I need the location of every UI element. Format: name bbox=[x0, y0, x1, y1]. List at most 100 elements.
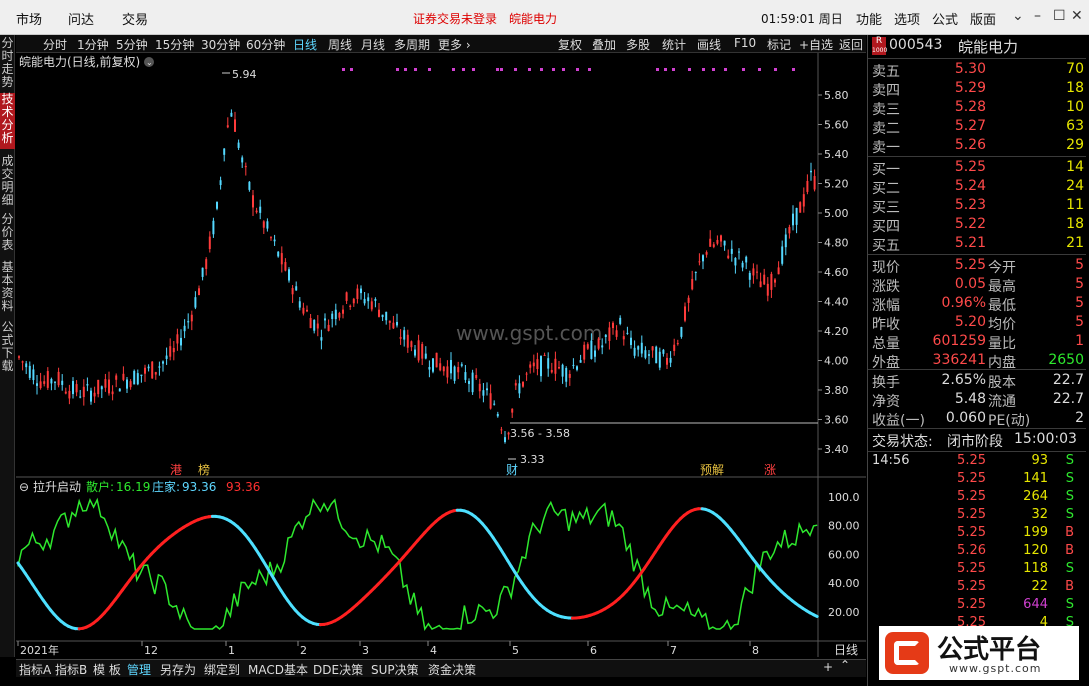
tab-save-as[interactable]: 另存为 bbox=[160, 661, 196, 678]
tab-manage[interactable]: 管理 bbox=[127, 661, 151, 678]
candle-body bbox=[734, 257, 737, 266]
menu-wenda[interactable]: 问达 bbox=[68, 9, 94, 28]
stat-value-2: 1 bbox=[1075, 333, 1084, 349]
candle-body bbox=[136, 373, 139, 385]
period-60min[interactable]: 60分钟 bbox=[246, 36, 285, 53]
close-icon[interactable]: ✕ bbox=[1071, 8, 1083, 24]
tool-back[interactable]: 返回 bbox=[839, 36, 863, 53]
candle-body bbox=[140, 374, 143, 377]
login-notice[interactable]: 证券交易未登录 皖能电力 bbox=[413, 10, 557, 27]
add-tab-button[interactable]: + bbox=[823, 660, 833, 674]
event-unlock[interactable]: 预解 bbox=[700, 463, 724, 477]
tick-row: 5.25 199 B bbox=[868, 525, 1086, 543]
event-bang[interactable]: 榜 bbox=[198, 462, 210, 477]
candle-body bbox=[79, 396, 82, 398]
candle-body bbox=[453, 366, 456, 381]
tab-technical-analysis[interactable]: 技术分析 bbox=[0, 93, 15, 149]
period-multi[interactable]: 多周期 bbox=[394, 36, 430, 53]
menu-function[interactable]: 功能 bbox=[856, 9, 882, 28]
fin-row: 换手 2.65% 股本 22.7 bbox=[868, 372, 1086, 391]
minimize-icon[interactable]: – bbox=[1034, 8, 1041, 24]
tool-add-watchlist[interactable]: +自选 bbox=[799, 36, 833, 53]
kline-chart[interactable]: 皖能电力(日线,前复权) ⌄ www.gspt.com 5.80 5.60 5.40… bbox=[16, 53, 866, 657]
tab-template[interactable]: 模 板 bbox=[93, 661, 121, 678]
indicator-name[interactable]: 拉升启动 bbox=[33, 479, 81, 494]
bid-volume: 18 bbox=[1066, 216, 1084, 232]
candle-body bbox=[93, 392, 96, 397]
bid-row: 买一 5.25 14 bbox=[868, 159, 1086, 178]
menu-formula[interactable]: 公式 bbox=[932, 9, 958, 28]
tab-macd[interactable]: MACD基本 bbox=[248, 661, 308, 678]
tab-trade-detail[interactable]: 成交明细 bbox=[0, 155, 15, 207]
candle-body bbox=[50, 378, 53, 384]
tab-indicator-a[interactable]: 指标A bbox=[19, 661, 51, 678]
menu-trade[interactable]: 交易 bbox=[122, 9, 148, 28]
period-fenshi[interactable]: 分时 bbox=[43, 36, 67, 53]
period-15min[interactable]: 15分钟 bbox=[155, 36, 194, 53]
tick-row: 5.25 141 S bbox=[868, 471, 1086, 489]
period-30min[interactable]: 30分钟 bbox=[201, 36, 240, 53]
candle-body bbox=[313, 319, 316, 331]
tool-multi-stock[interactable]: 多股 bbox=[626, 36, 650, 53]
tab-basic-info[interactable]: 基本资料 bbox=[0, 261, 15, 315]
logo-url: www.gspt.com bbox=[949, 662, 1042, 675]
tool-overlay[interactable]: 叠加 bbox=[592, 36, 616, 53]
tab-sup[interactable]: SUP决策 bbox=[371, 661, 419, 678]
tab-indicator-b[interactable]: 指标B bbox=[55, 661, 87, 678]
period-1min[interactable]: 1分钟 bbox=[77, 36, 109, 53]
candle-body bbox=[532, 362, 535, 367]
indicator-dropdown-icon[interactable]: ⊖ bbox=[19, 480, 29, 494]
candle-body bbox=[705, 252, 708, 255]
event-finance[interactable]: 财 bbox=[506, 463, 518, 477]
tab-scroll-up-icon[interactable]: ⌃ bbox=[840, 658, 850, 672]
tool-stats[interactable]: 统计 bbox=[662, 36, 686, 53]
event-limit-up[interactable]: 涨 bbox=[764, 462, 776, 477]
tab-price-table[interactable]: 分价表 bbox=[0, 213, 15, 253]
chart-toolbar: 分时 1分钟 5分钟 15分钟 30分钟 60分钟 日线 周线 月线 多周期 更… bbox=[16, 35, 866, 53]
tab-minute-chart[interactable]: 分时走势 bbox=[0, 37, 15, 89]
signal-dot bbox=[688, 68, 691, 71]
tool-draw-line[interactable]: 画线 bbox=[697, 36, 721, 53]
ask-volume: 70 bbox=[1066, 61, 1084, 77]
candle-body bbox=[496, 414, 499, 417]
candle-body bbox=[486, 388, 488, 391]
period-monthly[interactable]: 月线 bbox=[361, 36, 385, 53]
ask-volume: 63 bbox=[1066, 118, 1084, 134]
tool-f10[interactable]: F10 bbox=[734, 36, 756, 50]
event-hk[interactable]: 港 bbox=[170, 463, 182, 477]
candle-body bbox=[198, 288, 200, 296]
candle-body bbox=[381, 314, 384, 318]
stat-label: 现价 bbox=[872, 260, 900, 276]
tab-dde[interactable]: DDE决策 bbox=[313, 661, 363, 678]
tool-restore-right[interactable]: 复权 bbox=[558, 36, 582, 53]
maximize-icon[interactable]: ☐ bbox=[1053, 8, 1066, 24]
price-tick: 4.20 bbox=[824, 325, 849, 338]
dropdown-icon[interactable]: ⌄ bbox=[1012, 8, 1024, 24]
menu-market[interactable]: 市场 bbox=[16, 9, 42, 28]
bid-volume: 24 bbox=[1066, 178, 1084, 194]
candle-body bbox=[471, 372, 474, 393]
candle-body bbox=[766, 283, 769, 296]
stat-value: 5.25 bbox=[954, 257, 986, 273]
stock-code: 000543 bbox=[889, 37, 943, 53]
menu-options[interactable]: 选项 bbox=[894, 9, 920, 28]
tab-formula-download[interactable]: 公式下载 bbox=[0, 321, 15, 375]
period-weekly[interactable]: 周线 bbox=[328, 36, 352, 53]
stat-value: 0.96% bbox=[941, 295, 986, 311]
tool-mark[interactable]: 标记 bbox=[767, 36, 791, 53]
price-tick: 4.80 bbox=[824, 237, 849, 250]
period-5min[interactable]: 5分钟 bbox=[116, 36, 148, 53]
price-tick: 5.40 bbox=[824, 148, 849, 161]
signal-dot bbox=[562, 68, 565, 71]
menu-layout[interactable]: 版面 bbox=[970, 9, 996, 28]
date-axis: 2021年 12 1 2 3 4 5 6 7 8 bbox=[17, 641, 759, 657]
stat-label: 总量 bbox=[872, 336, 900, 352]
tab-bind-to[interactable]: 绑定到 bbox=[204, 661, 240, 678]
candle-body bbox=[82, 386, 85, 398]
candle-body bbox=[295, 286, 298, 291]
candle-body bbox=[302, 307, 305, 314]
period-daily[interactable]: 日线 bbox=[293, 36, 317, 53]
candle-body bbox=[223, 148, 226, 155]
tab-fund[interactable]: 资金决策 bbox=[428, 661, 476, 678]
period-more[interactable]: 更多 › bbox=[438, 36, 471, 53]
